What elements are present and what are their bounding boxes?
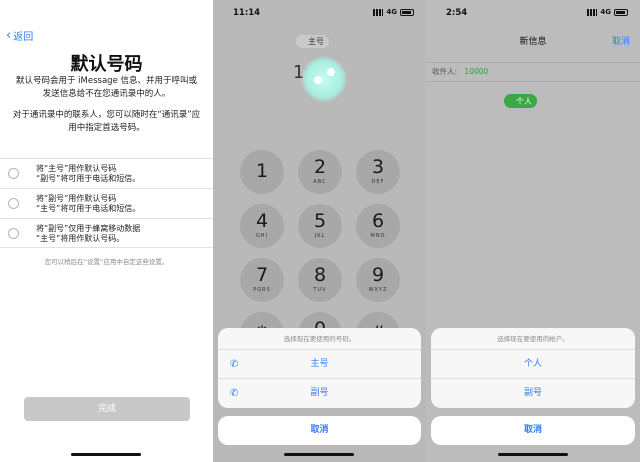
status-bar: 11:14 4G — [213, 8, 426, 20]
account-action-sheet: 选择现在要使用的帐户。 个人 副号 — [431, 328, 635, 408]
sheet-option-secondary[interactable]: ✆ 副号 — [218, 379, 421, 408]
keypad-key-6[interactable]: 6 MNO — [356, 204, 400, 248]
nav-bar: 新信息 取消 — [426, 30, 640, 50]
nav-title: 新信息 — [519, 37, 547, 47]
option-title: 将“副号”仅用于蜂窝移动数据 — [36, 224, 141, 233]
keypad-key-4[interactable]: 4 GHI — [240, 204, 284, 248]
back-button[interactable]: ‹ 返回 — [6, 27, 34, 44]
signal-icon — [373, 8, 384, 16]
status-time: 11:14 — [233, 8, 261, 18]
sheet-option-label: 副号 — [523, 388, 542, 398]
network-label: 4G — [386, 8, 397, 16]
sheet-option-secondary[interactable]: 副号 — [431, 379, 635, 408]
sim-selector[interactable]: 主号 — [296, 35, 329, 48]
key-digit: 9 — [371, 264, 385, 286]
key-digit: 6 — [371, 210, 385, 232]
key-digit: 5 — [313, 210, 327, 232]
key-letters: DEF — [371, 179, 385, 185]
phone-icon: ✆ — [230, 359, 239, 370]
key-letters: JKL — [314, 233, 326, 239]
key-letters: MNO — [370, 233, 386, 239]
touch-dot — [314, 76, 322, 84]
key-letters: WXYZ — [368, 287, 388, 293]
sheet-option-label: 主号 — [310, 359, 329, 369]
home-indicator[interactable] — [284, 453, 354, 456]
touch-dot — [327, 68, 335, 76]
settings-note: 您可以稍后在“设置”应用中自定这些设置。 — [44, 258, 169, 266]
cancel-button[interactable]: 取消 — [431, 416, 635, 445]
sheet-title: 选择现在要使用的帐户。 — [431, 328, 635, 350]
option-subtitle: “副号”将可用于电话和短信。 — [36, 174, 141, 183]
key-letters: PQRS — [253, 287, 271, 293]
number-action-sheet: 选择现在要使用的号码。 ✆ 主号 ✆ 副号 — [218, 328, 421, 408]
option-secondary-default[interactable]: 将“副号”用作默认号码 “主号”将可用于电话和短信。 — [0, 188, 213, 218]
key-digit: 1 — [255, 160, 269, 182]
status-time: 2:54 — [446, 8, 468, 18]
key-digit: 2 — [313, 156, 327, 178]
option-list: 将“主号”用作默认号码 “副号”将可用于电话和短信。 将“副号”用作默认号码 “… — [0, 158, 213, 248]
keypad-key-9[interactable]: 9 WXYZ — [356, 258, 400, 302]
keypad-key-8[interactable]: 8 TUV — [298, 258, 342, 302]
battery-icon — [614, 8, 628, 16]
radio-button[interactable] — [8, 198, 19, 209]
touch-indicator — [301, 56, 347, 102]
keypad-key-5[interactable]: 5 JKL — [298, 204, 342, 248]
sheet-option-label: 副号 — [310, 388, 329, 398]
battery-icon — [400, 8, 414, 16]
sim-label: 主号 — [308, 37, 324, 46]
dialer-screen: 11:14 4G 主号 10 12ABC3DEF4GHI5JKL6MNO7PQR… — [213, 0, 426, 462]
page-title: 默认号码 — [70, 54, 143, 75]
nav-cancel-button[interactable]: 取消 — [612, 34, 630, 47]
key-digit: 3 — [371, 156, 385, 178]
signal-icon — [587, 8, 598, 16]
option-title: 将“副号”用作默认号码 — [36, 194, 117, 203]
key-digit: 8 — [313, 264, 327, 286]
key-letters: ABC — [313, 179, 327, 185]
phone-icon: ✆ — [230, 388, 239, 399]
account-label: 个人 — [516, 96, 532, 106]
sheet-option-label: 个人 — [523, 359, 542, 369]
recipient-number: 10000 — [464, 67, 489, 76]
option-primary-default[interactable]: 将“主号”用作默认号码 “副号”将可用于电话和短信。 — [0, 158, 213, 188]
sheet-option-primary[interactable]: ✆ 主号 — [218, 350, 421, 379]
sheet-option-personal[interactable]: 个人 — [431, 350, 635, 379]
key-letters: TUV — [313, 287, 327, 293]
cancel-button[interactable]: 取消 — [218, 416, 421, 445]
chevron-left-icon: ‹ — [6, 27, 12, 43]
keypad-key-3[interactable]: 3 DEF — [356, 150, 400, 194]
option-secondary-data-only[interactable]: 将“副号”仅用于蜂窝移动数据 “主号”将用作默认号码。 — [0, 218, 213, 248]
sheet-title: 选择现在要使用的号码。 — [218, 328, 421, 350]
option-subtitle: “主号”将可用于电话和短信。 — [36, 204, 141, 213]
back-label: 返回 — [13, 32, 34, 43]
radio-button[interactable] — [8, 168, 19, 179]
network-label: 4G — [600, 8, 611, 16]
key-letters: GHI — [255, 233, 269, 239]
key-digit: 4 — [255, 210, 269, 232]
keypad-key-1[interactable]: 1 — [240, 150, 284, 194]
radio-button[interactable] — [8, 228, 19, 239]
key-digit: 7 — [255, 264, 269, 286]
home-indicator[interactable] — [71, 453, 141, 456]
option-title: 将“主号”用作默认号码 — [36, 164, 117, 173]
keypad-key-2[interactable]: 2 ABC — [298, 150, 342, 194]
account-selector[interactable]: 个人 — [504, 94, 537, 108]
recipient-field[interactable]: 收件人: 10000 — [426, 62, 640, 82]
option-subtitle: “主号”将用作默认号码。 — [36, 234, 125, 243]
default-number-screen: ‹ 返回 默认号码 默认号码会用于 iMessage 信息、并用于呼叫或发送信息… — [0, 0, 213, 462]
description-secondary: 对于通讯录中的联系人，您可以随时在“通讯录”应用中指定首选号码。 — [12, 110, 201, 133]
home-indicator[interactable] — [498, 453, 568, 456]
recipient-label: 收件人: — [432, 67, 458, 76]
description: 默认号码会用于 iMessage 信息、并用于呼叫或发送信息给不在您通讯录中的人… — [15, 76, 198, 99]
new-message-screen: 2:54 4G 新信息 取消 收件人: 10000 个人 选择现在要使用的帐户。… — [426, 0, 640, 462]
status-bar: 2:54 4G — [426, 8, 640, 20]
done-button[interactable]: 完成 — [24, 397, 190, 421]
keypad-key-7[interactable]: 7 PQRS — [240, 258, 284, 302]
